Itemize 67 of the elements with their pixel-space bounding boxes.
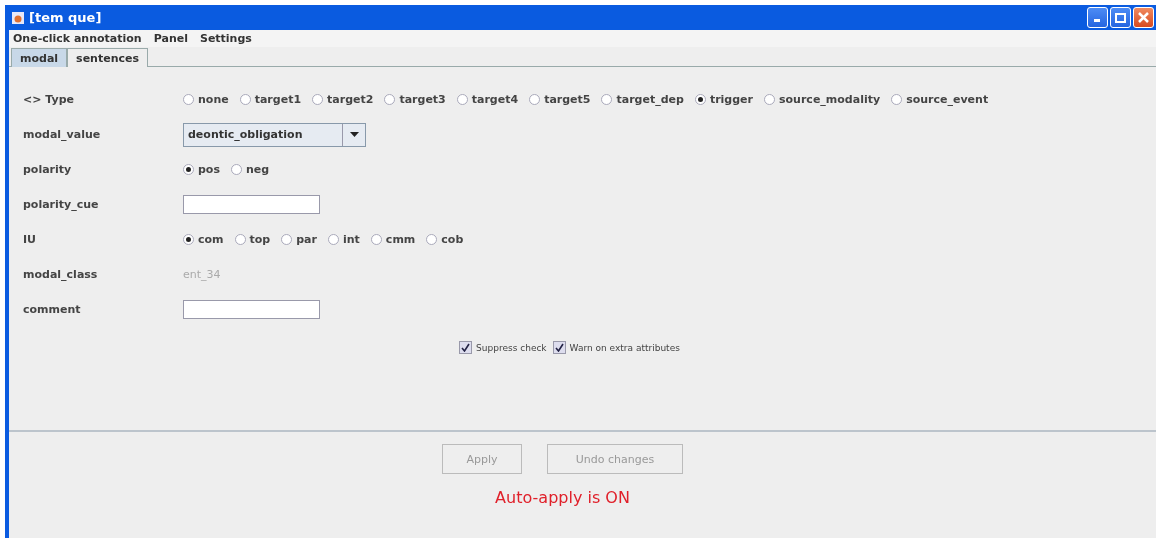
radio-option[interactable]: pos xyxy=(183,163,220,176)
radio-option[interactable]: cmm xyxy=(370,233,416,246)
dropdown[interactable]: deontic_obligation xyxy=(183,122,366,147)
radio-button[interactable] xyxy=(370,234,382,245)
check-icon xyxy=(554,343,564,352)
radio-button[interactable] xyxy=(328,234,339,245)
radio-button[interactable] xyxy=(384,94,396,105)
field-label: polarity_cue xyxy=(23,198,100,211)
minimize-button[interactable] xyxy=(1087,7,1108,28)
radio-button[interactable] xyxy=(281,234,293,245)
radio-button[interactable] xyxy=(529,94,541,105)
field-label: IU xyxy=(23,233,38,246)
radio-button[interactable] xyxy=(239,94,251,105)
radio-option[interactable]: target5 xyxy=(529,93,591,106)
radio-option[interactable]: cob xyxy=(426,233,464,246)
check-icon xyxy=(461,343,471,352)
checkbox-option[interactable]: Warn on extra attributes xyxy=(552,341,680,354)
field-label: <> Type xyxy=(23,93,75,106)
menu-item[interactable]: Panel xyxy=(153,32,188,45)
radio-button[interactable] xyxy=(764,94,775,105)
radio-option[interactable]: none xyxy=(183,93,229,106)
radio-button[interactable] xyxy=(456,94,468,105)
radio-button[interactable] xyxy=(891,94,903,105)
radio-option[interactable]: source_modality xyxy=(764,93,881,106)
radio-option[interactable]: com xyxy=(183,233,224,246)
field-label: polarity xyxy=(23,163,73,176)
checkbox-option[interactable]: Suppress check xyxy=(459,341,547,354)
radio-option[interactable]: trigger xyxy=(694,93,753,106)
radio-option[interactable]: source_event xyxy=(891,93,989,106)
app-icon xyxy=(11,10,25,25)
radio-option[interactable]: int xyxy=(328,233,360,246)
radio-option[interactable]: target3 xyxy=(384,93,446,106)
radio-option[interactable]: par xyxy=(281,233,317,246)
field-label: comment xyxy=(23,303,82,316)
radio-button[interactable] xyxy=(601,94,613,105)
radio-button[interactable] xyxy=(426,234,438,245)
radio-button[interactable] xyxy=(312,94,324,105)
maximize-button[interactable] xyxy=(1110,7,1131,28)
radio-button[interactable] xyxy=(231,164,242,175)
radio-option[interactable]: neg xyxy=(231,163,270,176)
caret-icon xyxy=(349,132,359,137)
field-label: modal_value xyxy=(23,128,102,141)
close-icon xyxy=(1138,12,1149,23)
window-title: [tem que] xyxy=(29,10,103,25)
close-button[interactable] xyxy=(1133,7,1154,28)
maximize-icon xyxy=(1115,12,1126,23)
tab[interactable]: sentences xyxy=(67,48,148,67)
menu-item[interactable]: One-click annotation xyxy=(13,32,142,45)
radio-option[interactable]: target4 xyxy=(456,93,519,106)
checkbox[interactable] xyxy=(552,341,566,354)
field-label: modal_class xyxy=(23,268,99,281)
radio-button[interactable] xyxy=(694,94,706,105)
radio-option[interactable]: target1 xyxy=(239,93,302,106)
radio-option[interactable]: target2 xyxy=(312,93,374,106)
radio-button[interactable] xyxy=(183,94,194,105)
radio-button[interactable] xyxy=(183,164,194,175)
radio-option[interactable]: top xyxy=(234,233,271,246)
radio-button[interactable] xyxy=(234,234,246,245)
input-field[interactable] xyxy=(183,300,320,319)
checkbox[interactable] xyxy=(459,341,473,354)
status-message: Auto-apply is ON xyxy=(494,488,631,507)
tab[interactable]: modal xyxy=(11,48,68,67)
menu-item[interactable]: Settings xyxy=(199,32,252,45)
field-value: ent_34 xyxy=(183,268,221,281)
radio-option[interactable]: target_dep xyxy=(601,93,684,106)
input-field[interactable] xyxy=(183,195,320,214)
radio-button[interactable] xyxy=(183,234,194,245)
